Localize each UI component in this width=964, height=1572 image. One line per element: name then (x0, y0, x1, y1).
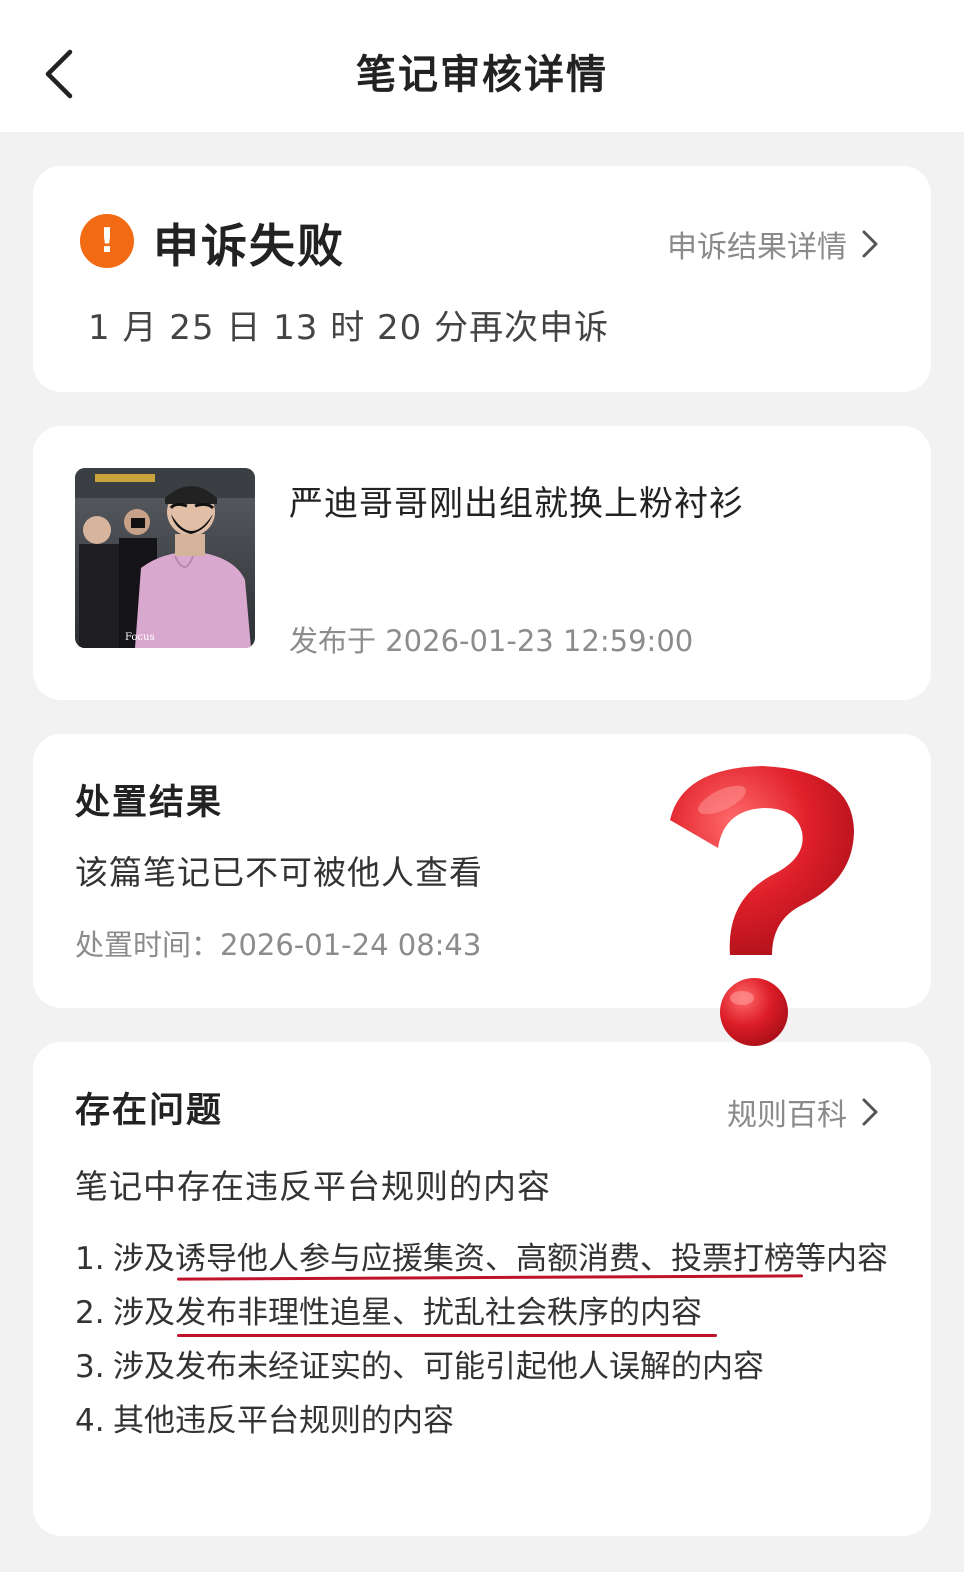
note-publish-time: 发布于 2026-01-23 12:59:00 (289, 624, 694, 658)
list-item-number: 4. (75, 1403, 105, 1439)
list-item-number: 2. (75, 1295, 105, 1331)
thumbnail-watermark: Focus (125, 632, 155, 643)
list-item: 2. 涉及发布非理性追星、扰乱社会秩序的内容 (75, 1286, 895, 1340)
list-item-text: 涉及发布非理性追星、扰乱社会秩序的内容 (113, 1295, 702, 1331)
chevron-right-icon (862, 230, 878, 258)
list-item: 4. 其他违反平台规则的内容 (75, 1394, 895, 1448)
chevron-right-icon (862, 1098, 878, 1126)
list-item: 3. 涉及发布未经证实的、可能引起他人误解的内容 (75, 1340, 895, 1394)
disposal-result-text: 该篇笔记已不可被他人查看 (75, 853, 483, 892)
appeal-time-text: 1 月 25 日 13 时 20 分再次申诉 (88, 308, 610, 348)
issues-card: 存在问题 规则百科 笔记中存在违反平台规则的内容 1. 涉及诱导他人参与应援集资… (33, 1042, 931, 1536)
warning-icon: ! (80, 214, 134, 268)
disposal-result-title: 处置结果 (75, 783, 224, 823)
list-item-number: 1. (75, 1241, 105, 1277)
list-item-text: 涉及发布未经证实的、可能引起他人误解的内容 (113, 1349, 764, 1385)
appeal-result-details-link[interactable]: 申诉结果详情 (667, 222, 879, 266)
note-thumbnail[interactable]: Focus (75, 468, 255, 648)
list-item-text: 其他违反平台规则的内容 (113, 1403, 454, 1439)
issues-title: 存在问题 (75, 1091, 224, 1131)
appeal-result-details-label: 申诉结果详情 (667, 230, 847, 265)
rules-wiki-label: 规则百科 (727, 1098, 847, 1133)
disposal-result-card: 处置结果 该篇笔记已不可被他人查看 处置时间：2026-01-24 08:43 (33, 734, 931, 1008)
list-item-number: 3. (75, 1349, 105, 1385)
page-title: 笔记审核详情 (356, 52, 608, 98)
rules-wiki-link[interactable]: 规则百科 (727, 1090, 879, 1134)
red-underline (177, 1334, 717, 1337)
issues-list: 1. 涉及诱导他人参与应援集资、高额消费、投票打榜等内容 2. 涉及发布非理性追… (75, 1232, 895, 1448)
top-bar: 笔记审核详情 (0, 0, 964, 132)
list-item-text: 涉及诱导他人参与应援集资、高额消费、投票打榜等内容 (113, 1241, 888, 1277)
disposal-time-text: 处置时间：2026-01-24 08:43 (75, 928, 482, 962)
list-item: 1. 涉及诱导他人参与应援集资、高额消费、投票打榜等内容 (75, 1232, 895, 1286)
appeal-status-title: 申诉失败 (153, 219, 345, 273)
appeal-status-card: ! 申诉失败 申诉结果详情 1 月 25 日 13 时 20 分再次申诉 (33, 166, 931, 392)
issues-summary: 笔记中存在违反平台规则的内容 (75, 1167, 551, 1206)
note-card[interactable]: Focus 严迪哥哥刚出组就换上粉衬衫 发布于 2026-01-23 12:59… (33, 426, 931, 700)
note-title: 严迪哥哥刚出组就换上粉衬衫 (289, 484, 744, 524)
